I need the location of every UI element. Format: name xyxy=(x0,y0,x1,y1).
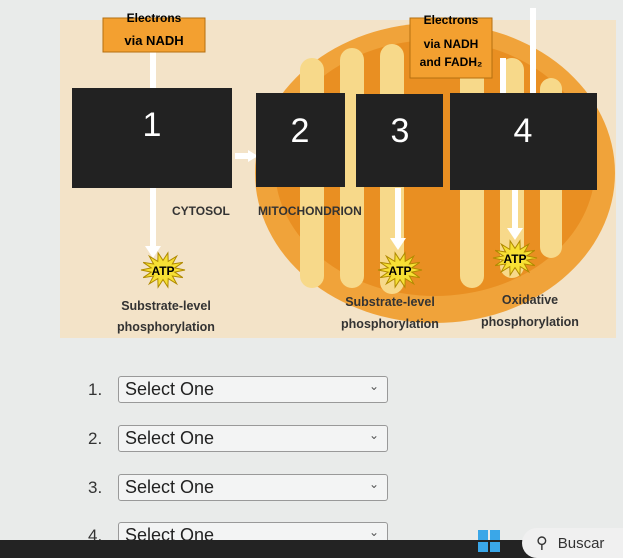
output-label: phosphorylation xyxy=(341,317,439,331)
search-label: Buscar xyxy=(557,534,605,552)
box-number: 4 xyxy=(514,112,533,150)
question-number: 2. xyxy=(88,428,103,448)
atp-label: ATP xyxy=(388,264,411,278)
select-value: Select One xyxy=(125,428,215,448)
answer-select-3[interactable]: Select One ⌄ xyxy=(118,474,388,501)
electron-label-line: Electrons xyxy=(424,13,479,27)
question-row-3: 3. Select One ⌄ xyxy=(88,474,388,501)
chevron-down-icon: ⌄ xyxy=(368,379,379,393)
output-label: Substrate-level xyxy=(345,295,435,309)
electron-label-line: via NADH xyxy=(424,37,479,51)
output-label: Oxidative xyxy=(502,293,558,307)
search-icon: ⚲ xyxy=(536,535,548,552)
electron-label-line: and FADH₂ xyxy=(420,55,483,69)
chevron-down-icon: ⌄ xyxy=(368,477,379,491)
answer-select-2[interactable]: Select One ⌄ xyxy=(118,425,388,452)
windows-start-icon[interactable] xyxy=(478,530,500,552)
cytosol-label: CYTOSOL xyxy=(172,204,230,218)
chevron-down-icon: ⌄ xyxy=(368,525,379,539)
question-number: 3. xyxy=(88,477,103,497)
question-row-2: 2. Select One ⌄ xyxy=(88,425,388,452)
electron-label-line: via NADH xyxy=(124,33,183,48)
box-number: 1 xyxy=(143,106,162,144)
select-value: Select One xyxy=(125,477,215,497)
atp-label: ATP xyxy=(151,264,174,278)
answer-select-1[interactable]: Select One ⌄ xyxy=(118,376,388,403)
output-label: phosphorylation xyxy=(117,320,215,334)
cellular-respiration-diagram: Electrons via NADH Electrons via NADH an… xyxy=(60,8,616,338)
output-label: Substrate-level xyxy=(121,299,211,313)
box-number: 2 xyxy=(291,112,310,150)
box-number: 3 xyxy=(391,112,410,150)
output-label: phosphorylation xyxy=(481,315,579,329)
electron-label-line: Electrons xyxy=(127,11,182,25)
select-value: Select One xyxy=(125,379,215,399)
mitochondrion-label: MITOCHONDRION xyxy=(258,204,362,218)
atp-label: ATP xyxy=(503,252,526,266)
taskbar-search[interactable]: ⚲ Buscar xyxy=(522,528,623,558)
chevron-down-icon: ⌄ xyxy=(368,428,379,442)
question-number: 1. xyxy=(88,379,103,399)
question-row-1: 1. Select One ⌄ xyxy=(88,376,388,403)
